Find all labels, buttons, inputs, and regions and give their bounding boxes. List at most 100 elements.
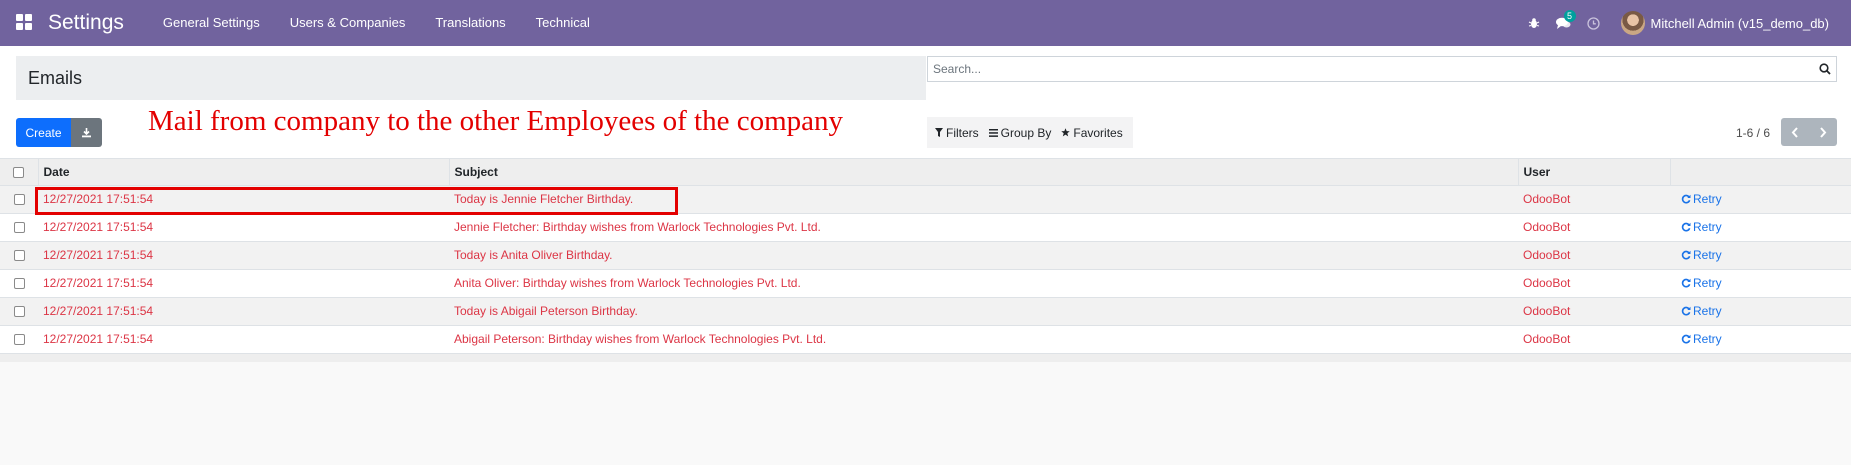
cell-user[interactable]: OdooBot bbox=[1518, 185, 1670, 214]
cell-user[interactable]: OdooBot bbox=[1518, 241, 1670, 270]
retry-button[interactable]: Retry bbox=[1675, 248, 1722, 262]
row-checkbox[interactable] bbox=[13, 250, 25, 262]
cell-user[interactable]: OdooBot bbox=[1518, 325, 1670, 354]
search-icon[interactable] bbox=[1814, 57, 1836, 81]
retry-label: Retry bbox=[1693, 247, 1722, 262]
cell-subject[interactable]: Today is Abigail Peterson Birthday. bbox=[449, 297, 1518, 326]
column-user[interactable]: User bbox=[1517, 159, 1670, 186]
page-title: Emails bbox=[28, 67, 83, 88]
column-actions bbox=[1669, 159, 1851, 186]
cell-date[interactable]: 12/27/2021 17:51:54 bbox=[38, 185, 449, 214]
menu-translations[interactable]: Translations bbox=[420, 0, 520, 46]
breadcrumb: Emails bbox=[16, 56, 926, 100]
retry-label: Retry bbox=[1693, 331, 1722, 346]
user-menu[interactable]: Mitchell Admin (v15_demo_db) bbox=[1620, 11, 1829, 35]
cell-date[interactable]: 12/27/2021 17:51:54 bbox=[38, 213, 449, 242]
pager-value[interactable]: 1-6 / 6 bbox=[1736, 126, 1770, 140]
cell-actions: Retry bbox=[1670, 241, 1851, 270]
cell-date[interactable]: 12/27/2021 17:51:54 bbox=[38, 297, 449, 326]
retry-label: Retry bbox=[1693, 191, 1722, 206]
menu-general-settings[interactable]: General Settings bbox=[148, 0, 275, 46]
cell-actions: Retry bbox=[1670, 213, 1851, 242]
select-all-cell bbox=[0, 159, 38, 186]
create-button[interactable]: Create bbox=[16, 118, 71, 147]
row-checkbox[interactable] bbox=[13, 278, 25, 290]
cell-user[interactable]: OdooBot bbox=[1518, 213, 1670, 242]
search-input[interactable] bbox=[933, 62, 1814, 76]
row-checkbox[interactable] bbox=[13, 194, 25, 206]
list-icon bbox=[988, 128, 998, 137]
bug-icon[interactable] bbox=[1519, 0, 1549, 46]
user-name: Mitchell Admin (v15_demo_db) bbox=[1650, 15, 1829, 31]
cell-subject[interactable]: Jennie Fletcher: Birthday wishes from Wa… bbox=[449, 213, 1518, 242]
cell-actions: Retry bbox=[1670, 269, 1851, 298]
retry-button[interactable]: Retry bbox=[1675, 332, 1722, 346]
retry-button[interactable]: Retry bbox=[1675, 276, 1722, 290]
retry-button[interactable]: Retry bbox=[1675, 304, 1722, 318]
table-row[interactable]: 12/27/2021 17:51:54 Today is Abigail Pete… bbox=[0, 297, 1851, 326]
row-select-cell bbox=[0, 297, 38, 326]
retry-button[interactable]: Retry bbox=[1675, 220, 1722, 234]
favorites-button[interactable]: Favorites bbox=[1061, 125, 1123, 140]
refresh-icon bbox=[1681, 222, 1691, 231]
table-header: Date Subject User bbox=[0, 159, 1851, 186]
cell-actions: Retry bbox=[1670, 185, 1851, 214]
filters-button[interactable]: Filters bbox=[935, 126, 979, 140]
row-select-cell bbox=[0, 241, 38, 270]
avatar bbox=[1620, 11, 1645, 35]
refresh-icon bbox=[1681, 278, 1691, 287]
table-row[interactable]: 12/27/2021 17:51:54 Today is Jennie Fletc… bbox=[0, 185, 1851, 214]
cell-actions: Retry bbox=[1670, 325, 1851, 354]
menu-users-companies[interactable]: Users & Companies bbox=[275, 0, 421, 46]
row-checkbox[interactable] bbox=[13, 306, 25, 318]
cell-actions: Retry bbox=[1670, 297, 1851, 326]
column-subject[interactable]: Subject bbox=[448, 159, 1518, 186]
row-select-cell bbox=[0, 213, 38, 242]
cell-date[interactable]: 12/27/2021 17:51:54 bbox=[38, 325, 449, 354]
cell-subject[interactable]: Anita Oliver: Birthday wishes from Warlo… bbox=[449, 269, 1518, 298]
download-icon bbox=[82, 128, 91, 138]
app-title[interactable]: Settings bbox=[48, 11, 124, 35]
cell-subject[interactable]: Abigail Peterson: Birthday wishes from W… bbox=[449, 325, 1518, 354]
cell-subject[interactable]: Today is Anita Oliver Birthday. bbox=[449, 241, 1518, 270]
annotation-text: Mail from company to the other Employees… bbox=[148, 105, 844, 137]
groupby-label: Group By bbox=[1000, 125, 1052, 140]
email-table: Date Subject User 12/27/2021 17:51:54 Tod… bbox=[0, 159, 1851, 354]
favorites-label: Favorites bbox=[1073, 125, 1123, 140]
chat-icon[interactable]: 5 bbox=[1549, 0, 1579, 46]
export-button[interactable] bbox=[71, 118, 102, 147]
refresh-icon bbox=[1681, 250, 1691, 259]
column-date[interactable]: Date bbox=[37, 159, 449, 186]
select-all-checkbox[interactable] bbox=[13, 167, 25, 179]
retry-label: Retry bbox=[1693, 219, 1722, 234]
cell-date[interactable]: 12/27/2021 17:51:54 bbox=[38, 269, 449, 298]
cell-date[interactable]: 12/27/2021 17:51:54 bbox=[38, 241, 449, 270]
refresh-icon bbox=[1681, 334, 1691, 343]
filter-icon bbox=[935, 128, 943, 137]
table-row[interactable]: 12/27/2021 17:51:54 Abigail Peterson: Bir… bbox=[0, 325, 1851, 354]
cell-user[interactable]: OdooBot bbox=[1518, 269, 1670, 298]
row-select-cell bbox=[0, 269, 38, 298]
cell-subject[interactable]: Today is Jennie Fletcher Birthday. bbox=[449, 185, 1518, 214]
email-list: Date Subject User 12/27/2021 17:51:54 Tod… bbox=[0, 159, 1851, 362]
row-checkbox[interactable] bbox=[13, 334, 25, 346]
refresh-icon bbox=[1681, 194, 1691, 203]
filters-label: Filters bbox=[946, 125, 979, 140]
cell-user[interactable]: OdooBot bbox=[1518, 297, 1670, 326]
row-checkbox[interactable] bbox=[13, 222, 25, 234]
table-row[interactable]: 12/27/2021 17:51:54 Jennie Fletcher: Birt… bbox=[0, 213, 1851, 242]
table-row[interactable]: 12/27/2021 17:51:54 Today is Anita Oliver… bbox=[0, 241, 1851, 270]
table-row[interactable]: 12/27/2021 17:51:54 Anita Oliver: Birthda… bbox=[0, 269, 1851, 298]
menu-technical[interactable]: Technical bbox=[521, 0, 605, 46]
apps-icon[interactable] bbox=[16, 14, 34, 32]
pager-previous-button[interactable] bbox=[1781, 118, 1809, 146]
pager-next-button[interactable] bbox=[1809, 118, 1837, 146]
chevron-left-icon bbox=[1791, 126, 1798, 138]
table-footer bbox=[0, 353, 1851, 362]
navbar-systray: 5 Mitchell Admin (v15_demo_db) bbox=[1519, 0, 1851, 46]
retry-button[interactable]: Retry bbox=[1675, 192, 1722, 206]
clock-icon[interactable] bbox=[1579, 0, 1609, 46]
retry-label: Retry bbox=[1693, 275, 1722, 290]
groupby-button[interactable]: Group By bbox=[988, 125, 1052, 140]
search-options: Filters Group By Favorites bbox=[927, 117, 1133, 148]
